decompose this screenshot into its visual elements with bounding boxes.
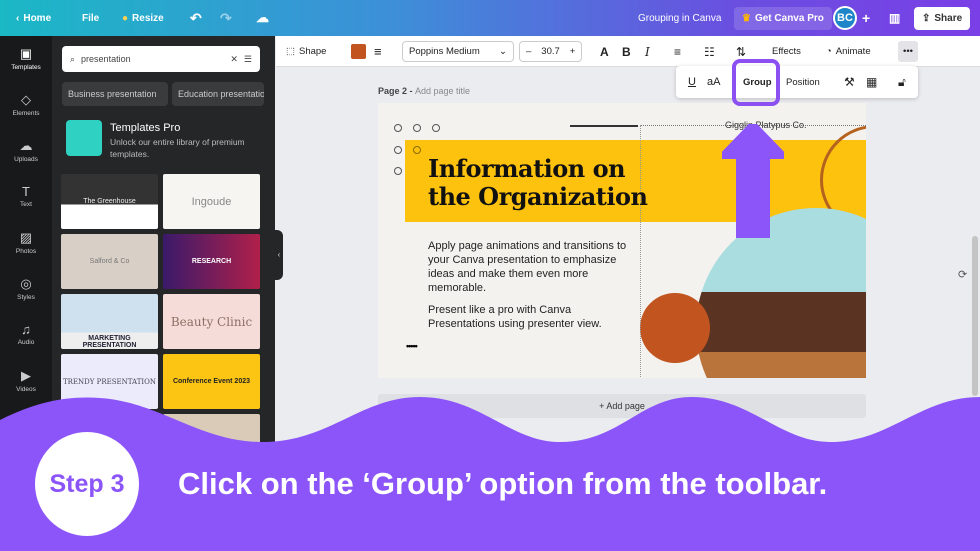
step-badge: Step 3 [35,432,139,536]
instruction-caption: Click on the ‘Group’ option from the too… [178,466,828,501]
